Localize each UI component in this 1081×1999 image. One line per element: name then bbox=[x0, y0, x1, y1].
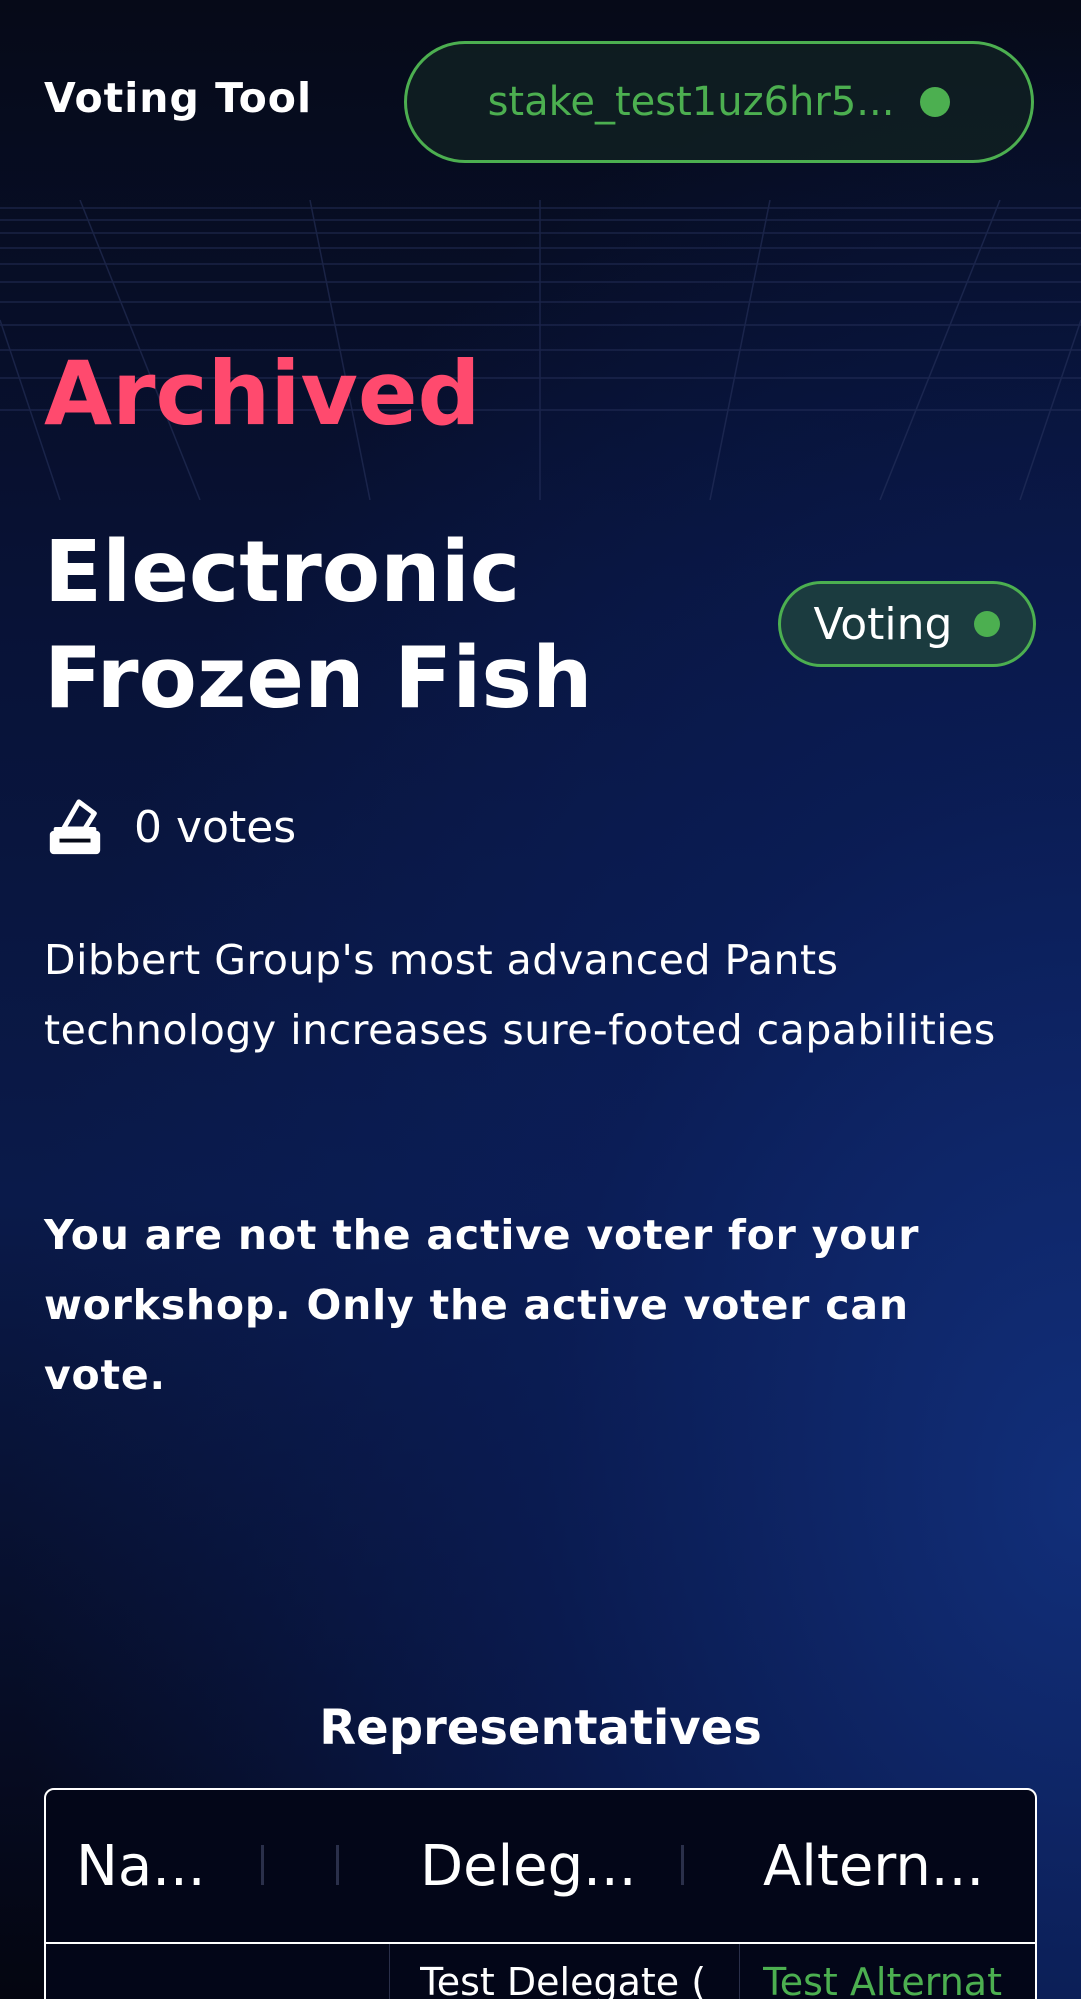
column-divider bbox=[389, 1944, 390, 1999]
proposal-description: Dibbert Group's most advanced Pants tech… bbox=[44, 936, 996, 1054]
table-cell-delegate: Test Delegate ( bbox=[420, 1960, 707, 1999]
column-resize-handle[interactable] bbox=[336, 1845, 339, 1885]
representatives-heading: Representatives bbox=[319, 1700, 762, 1756]
wallet-address-button[interactable]: stake_test1uz6hr5... bbox=[404, 41, 1034, 163]
column-resize-handle[interactable] bbox=[681, 1845, 684, 1885]
voting-badge-label: Voting bbox=[813, 598, 953, 650]
voting-status-badge: Voting bbox=[778, 581, 1036, 667]
inactive-voter-notice: You are not the active voter for your wo… bbox=[44, 1211, 920, 1399]
column-divider bbox=[739, 1944, 740, 1999]
table-header-row: Na... Deleg... Altern... bbox=[46, 1790, 1035, 1944]
connected-status-dot-icon bbox=[920, 87, 951, 117]
app-title: Voting Tool bbox=[44, 74, 313, 122]
top-bar: Voting Tool stake_test1uz6hr5... bbox=[0, 0, 1081, 205]
proposal-status-heading: Archived bbox=[44, 342, 481, 445]
representatives-table: Na... Deleg... Altern... Test Delegate (… bbox=[44, 1788, 1037, 1999]
column-sort-handle[interactable] bbox=[261, 1845, 264, 1885]
wallet-address-label: stake_test1uz6hr5... bbox=[487, 79, 895, 125]
vote-count-label: 0 votes bbox=[134, 801, 297, 853]
ballot-box-icon bbox=[49, 799, 101, 855]
table-cell-alternate-link[interactable]: Test Alternat bbox=[763, 1960, 1035, 1999]
vote-count: 0 votes bbox=[44, 795, 296, 859]
proposal-title: Electronic Frozen Fish bbox=[44, 523, 593, 728]
voting-status-dot-icon bbox=[974, 611, 1001, 637]
column-header-alternate[interactable]: Altern... bbox=[763, 1790, 1003, 1942]
column-header-name[interactable]: Na... bbox=[76, 1790, 316, 1942]
column-header-delegate[interactable]: Deleg... bbox=[420, 1790, 660, 1942]
